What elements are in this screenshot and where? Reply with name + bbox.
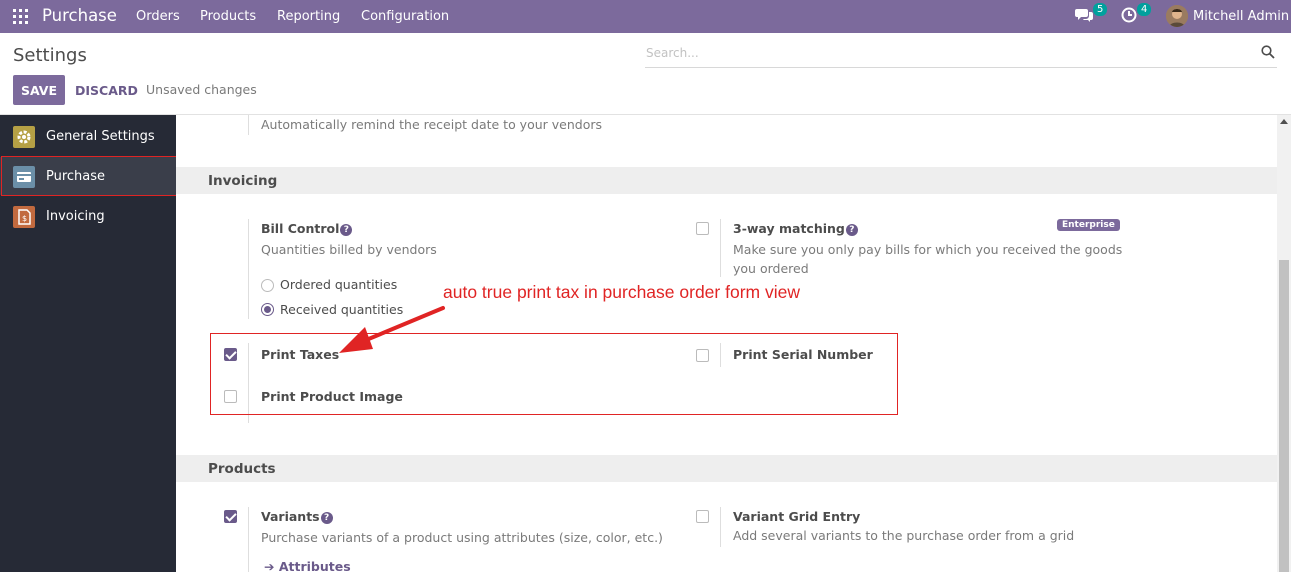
section-title: Products — [208, 461, 276, 477]
save-button[interactable]: SAVE — [13, 75, 65, 105]
user-avatar[interactable] — [1166, 5, 1188, 27]
scroll-up-icon[interactable] — [1280, 119, 1288, 124]
radio-ordered-quantities[interactable] — [261, 279, 274, 292]
section-invoicing: Invoicing — [176, 167, 1277, 194]
arrow-right-icon: ➔ — [264, 559, 279, 572]
page-title: Settings — [13, 45, 87, 66]
highlight-box-sidebar — [1, 156, 178, 196]
annotation-arrow-icon — [339, 306, 445, 353]
three-way-matching-desc: Make sure you only pay bills for which y… — [733, 242, 1123, 276]
receipt-reminder-desc: Automatically remind the receipt date to… — [261, 117, 603, 132]
attributes-link[interactable]: ➔ Attributes — [264, 559, 351, 572]
bill-control-desc: Quantities billed by vendors — [261, 242, 437, 257]
gear-icon — [13, 126, 35, 148]
unsaved-status: Unsaved changes — [146, 82, 257, 97]
bill-control-title: Bill Control? — [261, 221, 353, 236]
content-scrollbar[interactable] — [1277, 115, 1291, 572]
setting-divider — [248, 219, 249, 319]
section-title: Invoicing — [208, 173, 278, 189]
menu-orders[interactable]: Orders — [136, 9, 180, 24]
annotation-text: auto true print tax in purchase order fo… — [443, 282, 800, 302]
menu-configuration[interactable]: Configuration — [361, 9, 449, 24]
enterprise-badge: Enterprise — [1057, 219, 1120, 231]
variants-title: Variants? — [261, 509, 333, 524]
sidebar-item-label: Invoicing — [46, 209, 105, 224]
help-icon[interactable]: ? — [340, 224, 353, 236]
three-way-matching-checkbox[interactable] — [696, 222, 709, 235]
search-bar[interactable]: Search... — [645, 40, 1277, 68]
invoice-icon: $ — [13, 206, 35, 228]
discard-button[interactable]: DISCARD — [75, 83, 138, 98]
sidebar-item-general-settings[interactable]: General Settings — [0, 117, 176, 155]
top-navbar: Purchase Orders Products Reporting Confi… — [0, 0, 1291, 33]
highlight-box-print-settings — [210, 333, 898, 415]
messages-badge: 5 — [1093, 3, 1108, 16]
three-way-matching-title: 3-way matching? — [733, 221, 858, 236]
setting-divider — [720, 507, 721, 547]
variant-grid-entry-desc: Add several variants to the purchase ord… — [733, 528, 1075, 543]
app-brand[interactable]: Purchase — [42, 6, 117, 25]
help-icon[interactable]: ? — [845, 224, 858, 236]
help-icon[interactable]: ? — [320, 512, 333, 524]
sidebar-item-invoicing[interactable]: $ Invoicing — [0, 197, 176, 235]
radio-label: Ordered quantities — [280, 277, 398, 292]
variant-grid-entry-title: Variant Grid Entry — [733, 509, 861, 524]
search-icon[interactable] — [1261, 45, 1275, 63]
sidebar-item-label: General Settings — [46, 129, 155, 144]
setting-divider — [720, 219, 721, 277]
radio-received-quantities[interactable] — [261, 303, 274, 316]
scroll-thumb[interactable] — [1279, 260, 1289, 572]
variants-desc: Purchase variants of a product using att… — [261, 530, 663, 545]
activities-badge: 4 — [1137, 3, 1152, 16]
apps-grid-icon[interactable] — [13, 9, 28, 24]
section-products: Products — [176, 455, 1277, 482]
chat-icon[interactable] — [1075, 7, 1093, 27]
clock-icon[interactable] — [1121, 7, 1137, 27]
user-name[interactable]: Mitchell Admin — [1193, 9, 1289, 24]
variant-grid-entry-checkbox[interactable] — [696, 510, 709, 523]
menu-reporting[interactable]: Reporting — [277, 9, 340, 24]
setting-divider — [248, 115, 249, 135]
search-input[interactable]: Search... — [646, 46, 699, 60]
variants-checkbox[interactable] — [224, 510, 237, 523]
svg-text:$: $ — [22, 214, 27, 223]
setting-divider — [248, 507, 249, 572]
menu-products[interactable]: Products — [200, 9, 256, 24]
